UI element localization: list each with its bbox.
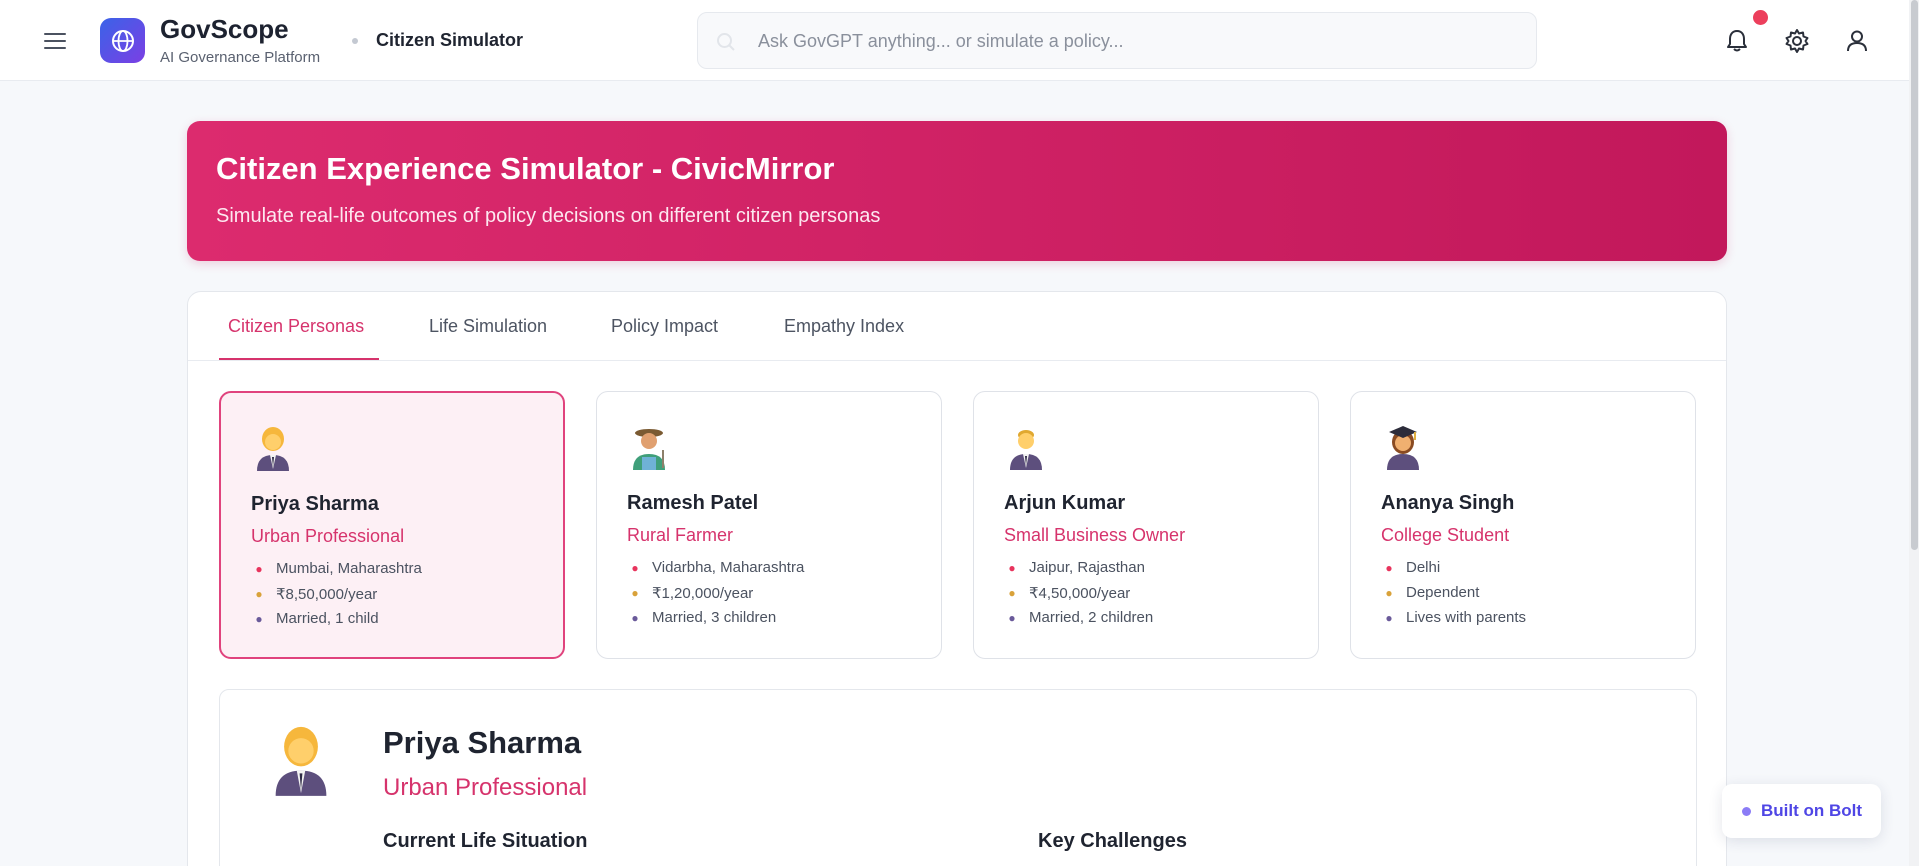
- tab-bar: Citizen Personas Life Simulation Policy …: [188, 292, 1726, 361]
- persona-name: Ramesh Patel: [627, 492, 759, 514]
- gear-icon[interactable]: [1783, 27, 1811, 55]
- persona-family: Married, 1 child: [276, 610, 379, 627]
- persona-location: Vidarbha, Maharashtra: [652, 559, 805, 576]
- search-bar: [697, 12, 1537, 69]
- persona-name: Priya Sharma: [251, 493, 379, 515]
- key-challenges-heading: Key Challenges: [1038, 830, 1187, 852]
- money-bag-icon: ●: [1385, 585, 1393, 600]
- businesswoman-icon: [251, 425, 295, 476]
- businessman-icon: [1004, 424, 1048, 475]
- user-icon[interactable]: [1843, 27, 1871, 55]
- persona-name: Arjun Kumar: [1004, 492, 1126, 514]
- bolt-label: Built on Bolt: [1761, 801, 1863, 820]
- persona-card-ramesh-patel[interactable]: Ramesh Patel Rural Farmer ● Vidarbha, Mah…: [596, 391, 942, 659]
- student-icon: [1381, 424, 1425, 475]
- businesswoman-icon: [270, 724, 332, 801]
- money-bag-icon: ●: [255, 587, 263, 601]
- money-bag-icon: ●: [631, 586, 639, 600]
- persona-location: Mumbai, Maharashtra: [276, 560, 422, 577]
- brand-subtitle: AI Governance Platform: [160, 49, 321, 66]
- tab-policy-impact[interactable]: Policy Impact: [611, 316, 718, 337]
- persona-location: Delhi: [1406, 559, 1441, 576]
- built-on-bolt-badge[interactable]: Built on Bolt: [1722, 784, 1881, 838]
- persona-family: Lives with parents: [1406, 609, 1527, 626]
- top-bar: GovScope AI Governance Platform Citizen …: [0, 0, 1919, 81]
- page-title: Citizen Experience Simulator - CivicMirr…: [216, 151, 835, 186]
- detail-persona-role: Urban Professional: [383, 774, 588, 801]
- location-pin-icon: ●: [631, 560, 639, 575]
- globe-icon[interactable]: [100, 18, 145, 63]
- detail-persona-name: Priya Sharma: [383, 725, 582, 760]
- page-banner: Citizen Experience Simulator - CivicMirr…: [187, 121, 1727, 261]
- persona-name: Ananya Singh: [1381, 492, 1515, 514]
- breadcrumb-separator: [352, 38, 358, 44]
- family-icon: ●: [255, 611, 263, 626]
- persona-income: Dependent: [1406, 584, 1480, 601]
- tab-life-simulation[interactable]: Life Simulation: [429, 316, 547, 337]
- tab-citizen-personas[interactable]: Citizen Personas: [228, 316, 364, 337]
- search-icon: [716, 32, 736, 57]
- page-subtitle: Simulate real-life outcomes of policy de…: [216, 205, 881, 227]
- active-tab-indicator: [219, 358, 379, 360]
- notification-badge: [1753, 10, 1768, 25]
- persona-income: ₹1,20,000/year: [652, 585, 754, 602]
- tab-empathy-index[interactable]: Empathy Index: [784, 316, 904, 337]
- location-pin-icon: ●: [1008, 560, 1016, 575]
- family-icon: ●: [1008, 610, 1016, 625]
- family-icon: ●: [1385, 610, 1393, 625]
- persona-family: Married, 3 children: [652, 609, 777, 626]
- persona-detail-panel: Priya Sharma Urban Professional Current …: [219, 689, 1697, 866]
- farmer-icon: [627, 424, 671, 475]
- location-pin-icon: ●: [255, 561, 263, 576]
- persona-location: Jaipur, Rajasthan: [1029, 559, 1145, 576]
- current-life-situation-heading: Current Life Situation: [383, 830, 588, 852]
- scrollbar-thumb[interactable]: [1911, 0, 1918, 550]
- search-input[interactable]: [758, 23, 1518, 59]
- brand-name: GovScope: [160, 14, 289, 44]
- persona-income: ₹8,50,000/year: [276, 586, 378, 603]
- persona-role: Small Business Owner: [1004, 525, 1186, 545]
- family-icon: ●: [631, 610, 639, 625]
- persona-role: College Student: [1381, 525, 1510, 545]
- persona-family: Married, 2 children: [1029, 609, 1154, 626]
- persona-card-priya-sharma[interactable]: Priya Sharma Urban Professional ● Mumbai,…: [219, 391, 565, 659]
- breadcrumb-page: Citizen Simulator: [376, 30, 524, 50]
- money-bag-icon: ●: [1008, 586, 1016, 600]
- persona-card-arjun-kumar[interactable]: Arjun Kumar Small Business Owner ● Jaipur…: [973, 391, 1319, 659]
- location-pin-icon: ●: [1385, 560, 1393, 575]
- persona-role: Rural Farmer: [627, 525, 734, 545]
- persona-role: Urban Professional: [251, 526, 405, 546]
- menu-icon[interactable]: [42, 28, 68, 52]
- bolt-dot-icon: [1742, 807, 1751, 816]
- bell-icon[interactable]: [1723, 27, 1751, 55]
- persona-card-ananya-singh[interactable]: Ananya Singh College Student ● Delhi ● Dep…: [1350, 391, 1696, 659]
- persona-income: ₹4,50,000/year: [1029, 585, 1131, 602]
- simulator-panel: Citizen Personas Life Simulation Policy …: [187, 291, 1727, 866]
